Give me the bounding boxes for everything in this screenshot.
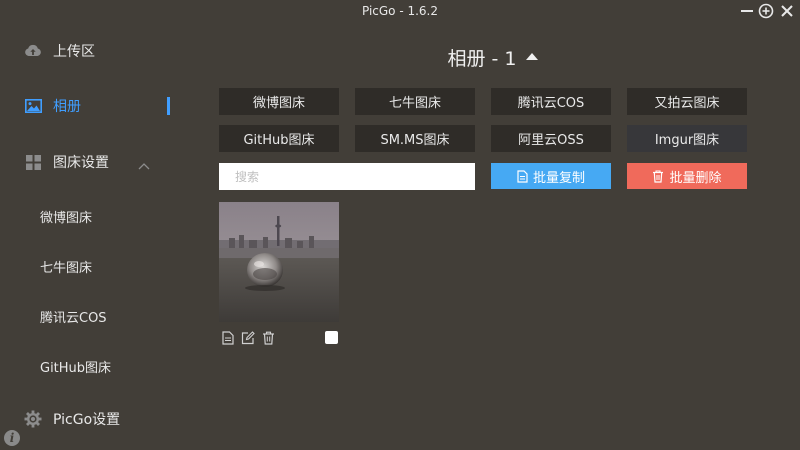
sidebar-item-label: 相册 [53,99,81,115]
sidebar-item-picgo-settings[interactable]: PicGo设置 [0,399,185,439]
batch-delete-button[interactable]: 批量删除 [627,163,747,189]
window-title: PicGo - 1.6.2 [361,4,439,18]
cloud-upload-icon [24,42,42,60]
sidebar-subitem-weibo[interactable]: 微博图床 [0,198,185,234]
sidebar-subitem-label: 七牛图床 [40,261,93,276]
edit-icon[interactable] [241,331,255,345]
info-icon[interactable]: i [4,430,20,446]
batch-copy-label: 批量复制 [532,170,585,186]
sidebar-subitem-label: 微博图床 [40,211,93,226]
caret-up-icon[interactable] [525,52,538,60]
page-title: 相册 - 1 [447,47,517,70]
sidebar-subitem-qiniu[interactable]: 七牛图床 [0,248,185,284]
picbed-button-github[interactable]: GitHub图床 [219,125,339,152]
sidebar-item-label: PicGo设置 [53,412,121,428]
grid-icon [24,153,42,171]
batch-delete-label: 批量删除 [669,170,722,186]
title-bar: PicGo - 1.6.2 [0,0,800,22]
picbed-button-upyun[interactable]: 又拍云图床 [627,88,747,115]
trash-icon [652,169,664,183]
album-header: 相册 - 1 [185,42,800,72]
sidebar-subitem-label: 腾讯云COS [40,311,107,326]
gallery-thumbnail[interactable] [219,202,339,322]
sidebar-item-upload[interactable]: 上传区 [0,31,185,71]
sidebar-subitem-tencent-cos[interactable]: 腾讯云COS [0,298,185,334]
select-checkbox[interactable] [325,331,338,344]
file-icon [517,169,528,183]
picbed-button-aliyun-oss[interactable]: 阿里云OSS [491,125,611,152]
gear-icon [24,410,42,428]
sidebar-item-label: 图床设置 [53,155,109,171]
picbed-button-smms[interactable]: SM.MS图床 [355,125,475,152]
sidebar-subitem-github[interactable]: GitHub图床 [0,348,185,384]
search-input[interactable] [219,163,475,190]
sidebar-item-label: 上传区 [53,44,95,60]
sidebar-item-album[interactable]: 相册 [0,86,185,126]
chevron-up-icon [138,155,150,174]
picbed-button-weibo[interactable]: 微博图床 [219,88,339,115]
maximize-icon[interactable] [757,2,775,20]
batch-copy-button[interactable]: 批量复制 [491,163,611,189]
picbed-button-imgur[interactable]: Imgur图床 [627,125,747,152]
trash-icon[interactable] [261,331,275,345]
picbed-button-tencent-cos[interactable]: 腾讯云COS [491,88,611,115]
minimize-icon[interactable] [738,2,756,20]
active-indicator [167,97,170,115]
sidebar-item-pic-bed-settings[interactable]: 图床设置 [0,142,185,182]
picture-icon [24,97,42,115]
sidebar-subitem-label: GitHub图床 [40,361,112,376]
close-icon[interactable] [778,2,796,20]
picbed-button-qiniu[interactable]: 七牛图床 [355,88,475,115]
copy-link-icon[interactable] [221,331,235,345]
sidebar: 上传区 相册 图床设置 微博图床 七牛图床 腾讯云COS GitHub图床 Pi… [0,22,185,450]
